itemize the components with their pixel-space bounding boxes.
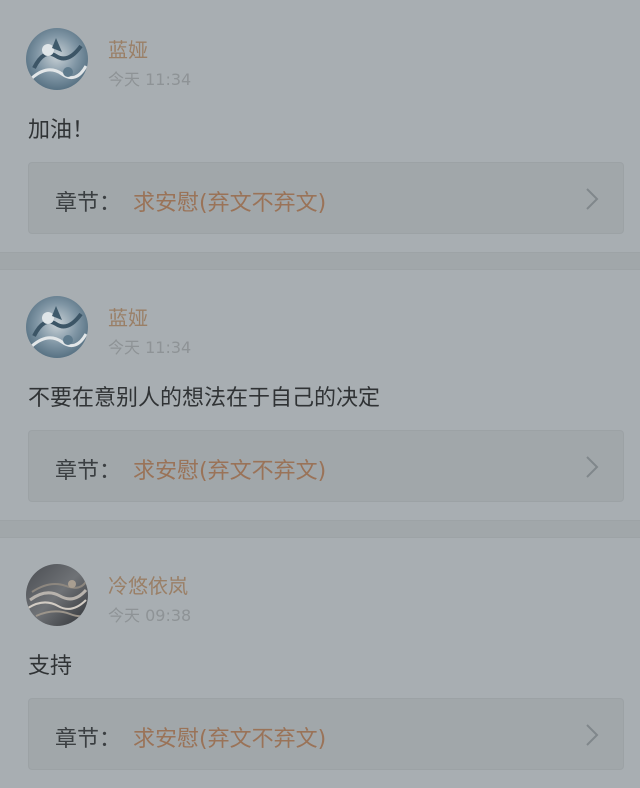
chapter-link[interactable]: 章节： 求安慰(弃文不弃文) (28, 162, 624, 234)
comment-time: 今天 11:34 (108, 338, 192, 357)
avatar-image (26, 296, 88, 358)
chevron-right-icon (586, 724, 599, 746)
user-avatar[interactable] (26, 28, 88, 90)
comment-feed: 蓝娅 今天 11:34 加油！ 章节： 求安慰(弃文不弃文) 蓝娅 今天 11:… (0, 0, 640, 788)
comment-time: 今天 11:34 (108, 70, 192, 89)
comment-text: 支持 (28, 654, 73, 679)
chapter-prefix: 章节： (55, 191, 122, 216)
user-avatar[interactable] (26, 564, 88, 626)
user-avatar[interactable] (26, 296, 88, 358)
chapter-link[interactable]: 章节： 求安慰(弃文不弃文) (28, 430, 624, 502)
chapter-title: 求安慰(弃文不弃文) (133, 727, 327, 752)
comment-card: 冷悠依岚 今天 09:38 支持 章节： 求安慰(弃文不弃文) (0, 538, 640, 788)
comment-separator (0, 520, 640, 538)
username[interactable]: 蓝娅 (108, 302, 148, 331)
chapter-link[interactable]: 章节： 求安慰(弃文不弃文) (28, 698, 624, 770)
comment-text: 不要在意别人的想法在于自己的决定 (28, 386, 381, 411)
comment-card: 蓝娅 今天 11:34 不要在意别人的想法在于自己的决定 章节： 求安慰(弃文不… (0, 270, 640, 520)
chapter-title: 求安慰(弃文不弃文) (133, 191, 327, 216)
avatar-image (26, 564, 88, 626)
username[interactable]: 冷悠依岚 (108, 570, 188, 599)
avatar-image (26, 28, 88, 90)
chapter-prefix: 章节： (55, 727, 122, 752)
comment-card: 蓝娅 今天 11:34 加油！ 章节： 求安慰(弃文不弃文) (0, 0, 640, 252)
chevron-right-icon (586, 456, 599, 478)
comment-time: 今天 09:38 (108, 606, 192, 625)
username[interactable]: 蓝娅 (108, 34, 148, 63)
chapter-prefix: 章节： (55, 459, 122, 484)
comment-text: 加油！ (28, 118, 95, 143)
chapter-title: 求安慰(弃文不弃文) (133, 459, 327, 484)
chevron-right-icon (586, 188, 599, 210)
comment-separator (0, 252, 640, 270)
